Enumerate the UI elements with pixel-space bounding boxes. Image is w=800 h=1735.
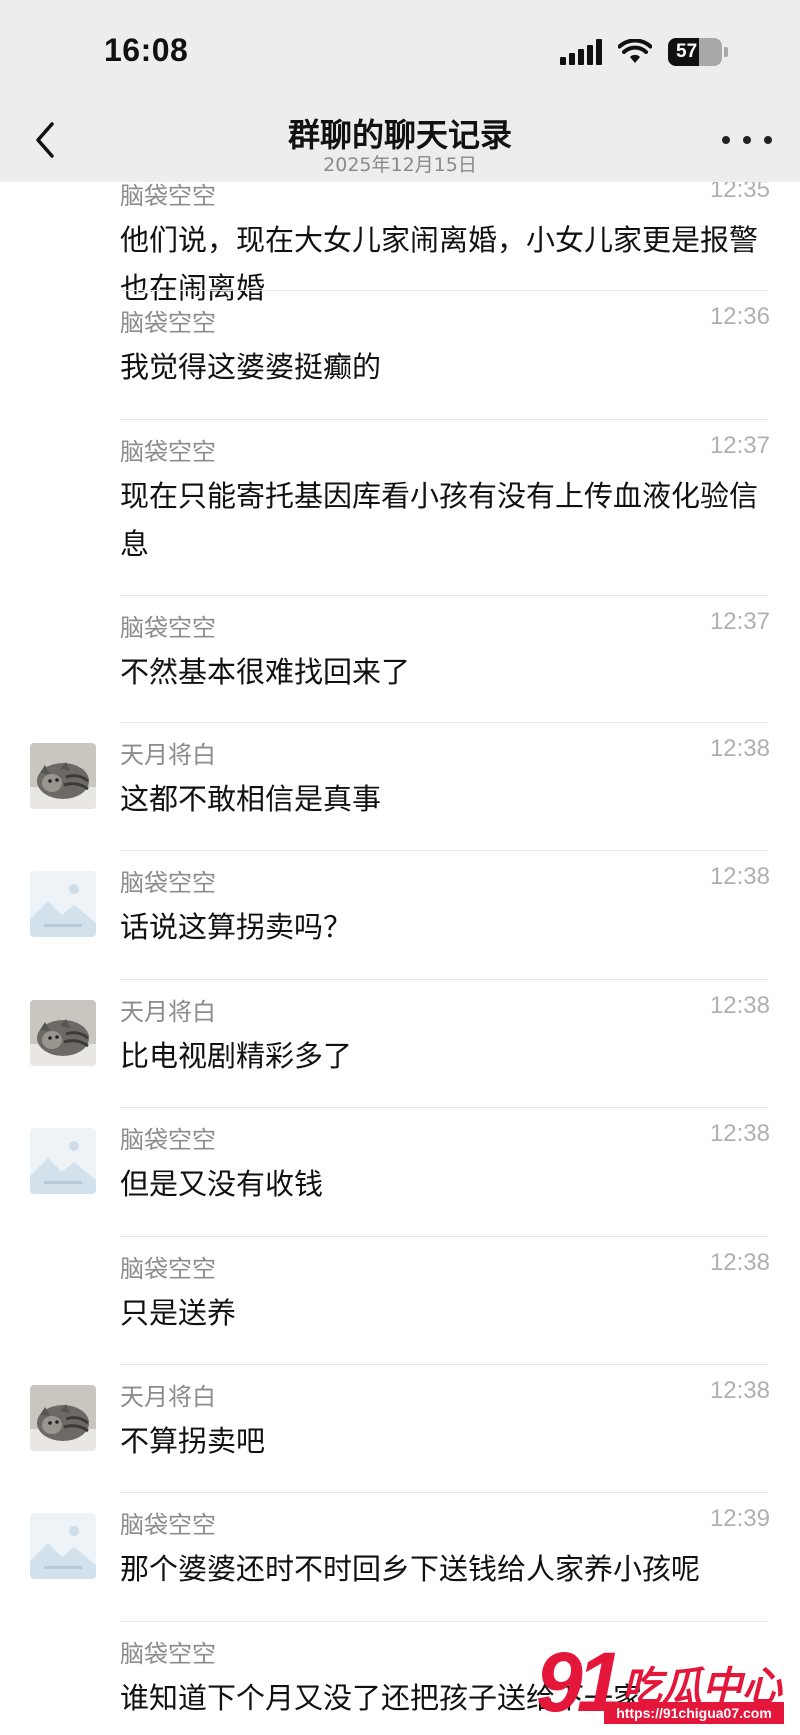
status-time: 16:08 xyxy=(104,32,189,68)
battery-level: 57 xyxy=(676,41,698,62)
chat-date: 2025年12月15日 xyxy=(323,154,477,176)
message-text: 不然基本很难找回来了 xyxy=(120,655,411,689)
status-icons: 57 xyxy=(560,38,728,66)
site-watermark: 91 吃瓜中心 https://91chigua07.com xyxy=(536,1630,786,1730)
message-time: 12:39 xyxy=(709,1505,770,1532)
chat-message-row[interactable]: 天月将白 12:38 不算拐卖吧 xyxy=(0,1365,800,1493)
message-text: 比电视剧精彩多了 xyxy=(120,1039,353,1073)
message-time: 12:36 xyxy=(709,303,770,330)
message-text: 那个婆婆还时不时回乡下送钱给人家养小孩呢 xyxy=(120,1552,701,1586)
message-text: 但是又没有收钱 xyxy=(120,1167,324,1201)
sender-name: 脑袋空空 xyxy=(120,1511,216,1539)
sender-name: 脑袋空空 xyxy=(120,614,216,642)
message-time: 12:38 xyxy=(709,1377,770,1404)
sender-name: 天月将白 xyxy=(120,998,216,1026)
avatar[interactable] xyxy=(30,871,96,937)
message-time: 12:38 xyxy=(709,1120,770,1147)
chat-message-row[interactable]: 脑袋空空 12:38 话说这算拐卖吗？ xyxy=(0,851,800,980)
sender-name: 脑袋空空 xyxy=(120,1255,216,1283)
chat-message-row[interactable]: 天月将白 12:38 这都不敢相信是真事 xyxy=(0,723,800,851)
cellular-signal-icon xyxy=(560,39,602,65)
message-text: 不算拐卖吧 xyxy=(120,1424,266,1458)
chat-record-list[interactable]: 脑袋空空 12:35 他们说，现在大女儿家闹离婚，小女儿家更是报警也在闹离婚 脑袋空空… xyxy=(0,164,800,1735)
sender-name: 脑袋空空 xyxy=(120,309,216,337)
chat-message-row[interactable]: 天月将白 12:38 比电视剧精彩多了 xyxy=(0,980,800,1108)
message-time: 12:38 xyxy=(709,992,770,1019)
chat-message-row[interactable]: 脑袋空空 12:36 我觉得这婆婆挺癫的 xyxy=(0,291,800,420)
battery-icon: 57 xyxy=(668,38,722,66)
more-options-icon[interactable] xyxy=(722,130,772,150)
sender-name: 脑袋空空 xyxy=(120,438,216,466)
sender-name: 天月将白 xyxy=(120,741,216,769)
message-text: 话说这算拐卖吗？ xyxy=(120,910,353,944)
sender-name: 脑袋空空 xyxy=(120,1126,216,1154)
avatar[interactable] xyxy=(30,1000,96,1066)
watermark-url: https://91chigua07.com xyxy=(604,1702,784,1724)
message-text: 只是送养 xyxy=(120,1296,237,1330)
sender-name: 脑袋空空 xyxy=(120,1640,216,1668)
message-time: 12:37 xyxy=(709,608,770,635)
message-time: 12:38 xyxy=(709,863,770,890)
message-text: 我觉得这婆婆挺癫的 xyxy=(120,350,382,384)
chat-message-row[interactable]: 脑袋空空 12:38 但是又没有收钱 xyxy=(0,1108,800,1237)
top-header: 16:08 57 群聊的聊天记录 2025年12月15日 xyxy=(0,0,800,182)
avatar[interactable] xyxy=(30,1513,96,1579)
sender-name: 天月将白 xyxy=(120,1383,216,1411)
chat-message-row[interactable]: 脑袋空空 12:35 他们说，现在大女儿家闹离婚，小女儿家更是报警也在闹离婚 xyxy=(0,164,800,305)
message-time: 12:38 xyxy=(709,735,770,762)
chat-message-row[interactable]: 脑袋空空 12:37 不然基本很难找回来了 xyxy=(0,596,800,723)
avatar[interactable] xyxy=(30,1385,96,1451)
sender-name: 脑袋空空 xyxy=(120,869,216,897)
avatar[interactable] xyxy=(30,743,96,809)
chat-message-row[interactable]: 脑袋空空 12:39 那个婆婆还时不时回乡下送钱给人家养小孩呢 xyxy=(0,1493,800,1622)
chat-message-row[interactable]: 脑袋空空 12:38 只是送养 xyxy=(0,1237,800,1365)
message-text: 现在只能寄托基因库看小孩有没有上传血液化验信息 xyxy=(120,479,759,561)
wifi-icon xyxy=(618,39,652,63)
message-text: 这都不敢相信是真事 xyxy=(120,782,382,816)
message-time: 12:38 xyxy=(709,1249,770,1276)
avatar[interactable] xyxy=(30,1128,96,1194)
message-time: 12:37 xyxy=(709,432,770,459)
chat-message-row[interactable]: 脑袋空空 12:37 现在只能寄托基因库看小孩有没有上传血液化验信息 xyxy=(0,420,800,596)
